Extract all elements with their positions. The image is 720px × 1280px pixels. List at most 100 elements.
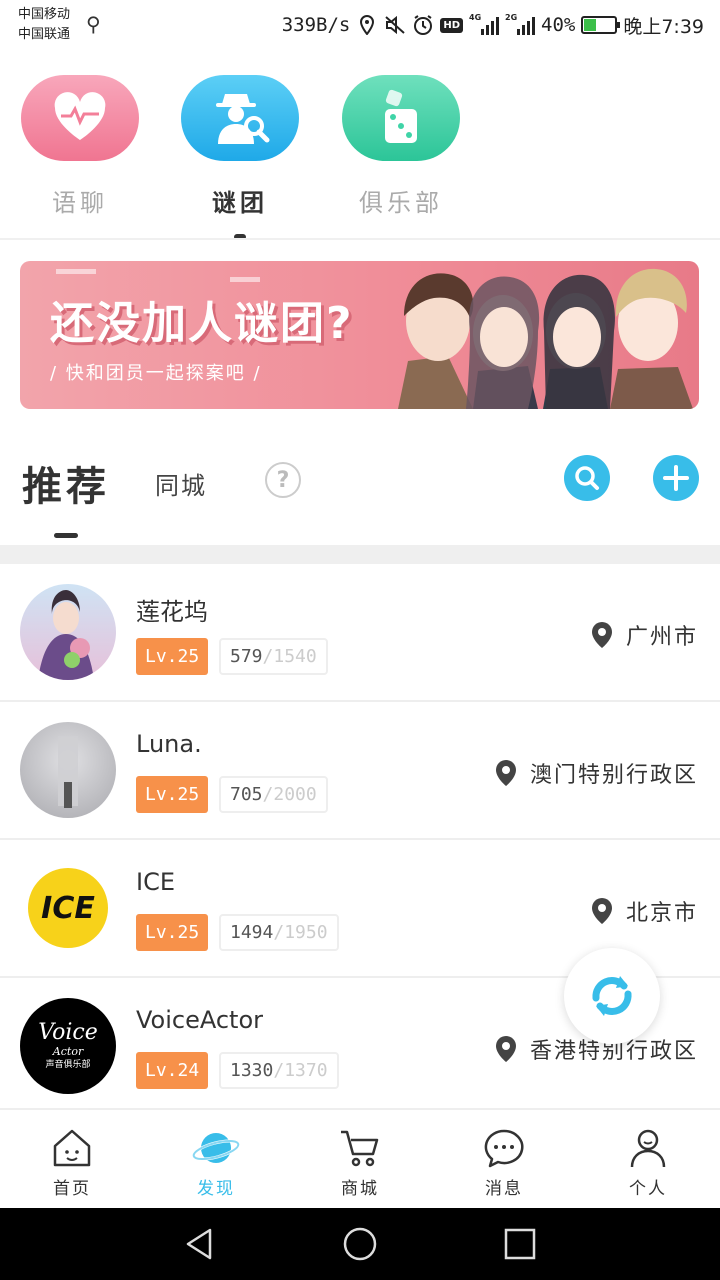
exp-total: 2000	[273, 784, 317, 805]
exp-counter: 705/2000	[219, 776, 328, 813]
exp-total: 1540	[273, 646, 317, 667]
network-type-1: 4G	[469, 13, 482, 22]
person-icon	[576, 1126, 720, 1170]
signal-icon-1: 4G	[469, 13, 499, 35]
location-text: 北京市	[625, 901, 698, 926]
tab-voice-chat-label: 语聊	[52, 189, 108, 217]
exp-total: 1950	[284, 922, 328, 943]
banner-decoration	[56, 269, 96, 274]
section-tab-indicator	[54, 533, 78, 538]
carrier-info: 中国移动 中国联通	[18, 5, 70, 45]
location-text: 澳门特别行政区	[529, 763, 698, 788]
location-icon	[356, 14, 378, 36]
refresh-icon	[592, 976, 632, 1016]
nav-profile-label: 个人	[629, 1179, 667, 1199]
nav-messages[interactable]: 消息	[432, 1110, 576, 1208]
tab-recommend[interactable]: 推荐	[22, 454, 110, 512]
signal-icon-2: 2G	[505, 13, 535, 35]
status-bar: 中国移动 中国联通 ⚲ 339B/s HD 4G 2G 40% 晚上7:39	[0, 0, 720, 52]
dice-icon	[342, 75, 460, 161]
room-name: ICE	[136, 868, 175, 896]
search-icon	[575, 466, 599, 490]
mute-icon	[384, 14, 406, 36]
bottom-navigation: 首页 发现 商城 消息 个人	[0, 1108, 720, 1208]
system-navigation-bar	[0, 1208, 720, 1280]
room-location: 澳门特别行政区	[494, 757, 698, 789]
nav-messages-label: 消息	[485, 1179, 523, 1199]
search-button[interactable]	[564, 455, 610, 501]
location-pin-icon	[591, 898, 612, 924]
alarm-icon	[412, 14, 434, 36]
ice-logo-text: ICE	[41, 890, 95, 926]
banner-decoration	[230, 277, 260, 282]
location-pin-icon	[495, 760, 516, 786]
add-button[interactable]	[653, 455, 699, 501]
banner-characters-illustration	[398, 268, 693, 409]
avatar: ICE	[20, 860, 116, 956]
nav-shop-label: 商城	[341, 1179, 379, 1199]
clock: 晚上7:39	[623, 15, 704, 38]
section-divider	[0, 545, 720, 564]
help-icon[interactable]: ?	[265, 462, 301, 498]
planet-icon	[144, 1126, 288, 1170]
location-text: 广州市	[625, 625, 698, 650]
battery-level	[584, 19, 597, 31]
level-badge: Lv.24	[136, 1052, 209, 1089]
level-badge: Lv.25	[136, 638, 209, 675]
carrier-2: 中国联通	[18, 27, 71, 42]
actor-logo-text: Actor	[52, 1044, 84, 1058]
exp-current: 579	[230, 646, 263, 667]
list-item[interactable]: 莲花坞 Lv.25 579/1540 广州市	[0, 564, 720, 702]
refresh-button[interactable]	[564, 948, 660, 1044]
level-badge: Lv.25	[136, 776, 209, 813]
tab-voice-chat[interactable]: 语聊	[20, 75, 140, 218]
nav-profile[interactable]: 个人	[576, 1110, 720, 1208]
tab-mystery[interactable]: 谜团	[180, 75, 300, 240]
network-speed: 339B/s	[281, 14, 351, 36]
plus-icon	[663, 465, 689, 491]
level-badge: Lv.25	[136, 914, 209, 951]
divider	[0, 238, 720, 240]
tab-club[interactable]: 俱乐部	[341, 75, 461, 218]
home-circle-icon[interactable]	[342, 1226, 378, 1262]
room-location: 广州市	[590, 619, 698, 651]
location-pin-icon	[591, 622, 612, 648]
room-name: Luna.	[136, 730, 202, 758]
tab-mystery-label: 谜团	[212, 189, 268, 217]
tab-same-city[interactable]: 同城	[155, 466, 207, 501]
heart-pulse-icon	[21, 75, 139, 161]
carrier-1: 中国移动	[18, 7, 71, 22]
hd-icon: HD	[440, 17, 463, 33]
status-icons: 339B/s HD 4G 2G 40% 晚上7:39	[282, 10, 704, 40]
voice-logo-text: Voice	[38, 1019, 98, 1045]
usb-icon: ⚲	[86, 12, 101, 36]
room-name: 莲花坞	[136, 598, 208, 626]
nav-shop[interactable]: 商城	[288, 1110, 432, 1208]
chat-icon	[432, 1126, 576, 1170]
promo-banner[interactable]: 还没加人谜团? / 快和团员一起探案吧 /	[20, 261, 699, 409]
network-type-2: 2G	[505, 13, 518, 22]
tab-club-label: 俱乐部	[359, 189, 443, 217]
recent-apps-icon[interactable]	[502, 1226, 538, 1262]
voice-club-text: 声音俱乐部	[45, 1059, 91, 1070]
exp-counter: 1494/1950	[219, 914, 339, 951]
back-icon[interactable]	[182, 1226, 218, 1262]
home-icon	[0, 1126, 144, 1170]
avatar	[20, 722, 116, 818]
nav-discover-label: 发现	[197, 1179, 235, 1199]
room-name: VoiceActor	[136, 1006, 264, 1034]
nav-home[interactable]: 首页	[0, 1110, 144, 1208]
avatar: Voice Actor 声音俱乐部	[20, 998, 116, 1094]
list-item[interactable]: Luna. Lv.25 705/2000 澳门特别行政区	[0, 702, 720, 840]
detective-icon	[181, 75, 299, 161]
battery-icon	[581, 16, 621, 34]
exp-current: 705	[230, 784, 263, 805]
battery-percent: 40%	[541, 14, 576, 36]
exp-counter: 579/1540	[219, 638, 328, 675]
exp-current: 1330	[230, 1060, 274, 1081]
banner-title: 还没加人谜团?	[50, 298, 354, 349]
avatar	[20, 584, 116, 680]
nav-discover[interactable]: 发现	[144, 1110, 288, 1208]
cart-icon	[288, 1126, 432, 1170]
location-pin-icon	[495, 1036, 516, 1062]
